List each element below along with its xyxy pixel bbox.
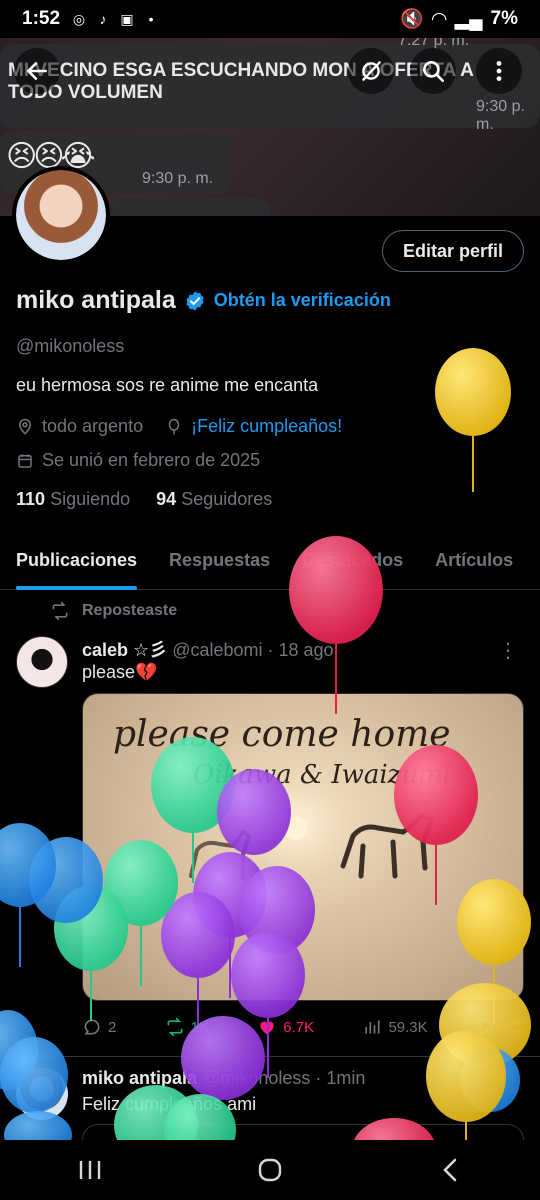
status-bar: 1:52 ◎ ♪ ▣ • 🔇 ◠ ▂▄ 7% [0, 0, 540, 38]
media-subtitle: Oikawa & Iwaizumi [193, 760, 452, 790]
profile-tabs: Publicaciones Respuestas Destacados Artí… [0, 540, 540, 590]
profile-name: miko antipala [16, 286, 176, 314]
post2-text: Feliz cumpleaños ami [82, 1094, 257, 1114]
balloon-blue [460, 1048, 520, 1112]
reply-button[interactable]: 2 [82, 1017, 116, 1037]
repost-button[interactable]: 1K [165, 1017, 209, 1037]
mute-icon: 🔇 [400, 9, 424, 30]
get-verified-link[interactable]: Obtén la verificación [214, 290, 391, 311]
avatar-image [16, 170, 106, 260]
tab-respuestas[interactable]: Respuestas [153, 540, 286, 589]
repost-action-icon [167, 1017, 183, 1037]
search-icon [423, 61, 445, 83]
post-more-icon[interactable]: ⋮ [498, 638, 518, 663]
following-label: Siguiendo [50, 489, 131, 509]
balloon-icon [168, 418, 180, 434]
profile-joined: Se unió en febrero de 2025 [42, 450, 261, 470]
tiktok-icon: ♪ [99, 11, 107, 27]
repost-indicator: Reposteaste [50, 601, 177, 621]
views-count: 59.3K [388, 1018, 428, 1036]
post-actions: 2 1K 6.7K 59.3K [82, 1017, 522, 1037]
grok-icon [362, 61, 381, 81]
bookmark-icon[interactable] [476, 1017, 496, 1037]
gallery-icon: ▣ [120, 10, 134, 27]
back-button[interactable] [14, 48, 60, 94]
battery-level: 7% [490, 8, 518, 29]
repost-label: Reposteaste [82, 602, 178, 619]
more-vertical-icon [496, 61, 502, 81]
following-count: 110 [16, 489, 46, 509]
share-icon[interactable] [502, 1017, 522, 1037]
reply-icon [84, 1019, 100, 1035]
like-button[interactable]: 6.7K [257, 1017, 314, 1037]
media-horses [340, 812, 435, 879]
post-author-name[interactable]: caleb ☆彡 [82, 640, 167, 660]
post2-author-name[interactable]: miko antipala [82, 1068, 197, 1088]
followers-count: 94 [156, 489, 177, 509]
media-sun [283, 816, 307, 840]
home-icon [258, 1158, 282, 1182]
tab-articulos[interactable]: Artículos [419, 540, 529, 589]
signal-icon: ▂▄ [454, 8, 483, 30]
wifi-icon: ◠ [431, 8, 447, 30]
profile-avatar[interactable] [12, 166, 110, 264]
post-text: please💔 [82, 662, 158, 682]
follow-stats: 110 Siguiendo 94 Seguidores [16, 489, 272, 510]
tab-destacados[interactable]: Destacados [286, 540, 419, 589]
like-count: 6.7K [283, 1018, 315, 1036]
banner-message-time: 9:30 p. m. [476, 98, 525, 133]
views-button[interactable]: 59.3K [362, 1017, 428, 1037]
back-nav-button[interactable] [420, 1150, 480, 1190]
calendar-icon [18, 453, 32, 468]
profile-meta-row: todo argento ¡Feliz cumpleaños! [16, 416, 342, 437]
more-options-button[interactable] [476, 48, 522, 94]
recent-apps-button[interactable] [60, 1150, 120, 1190]
post2-handle-time: @mikonoless · 1min [202, 1068, 366, 1088]
profile-handle: @mikonoless [16, 336, 125, 356]
instagram-icon: ◎ [72, 10, 86, 27]
location-icon [18, 418, 32, 435]
post-divider [0, 1056, 540, 1057]
home-button[interactable] [240, 1150, 300, 1190]
verified-badge-icon[interactable] [184, 290, 206, 312]
profile-bio: eu hermosa sos re anime me encanta [16, 375, 319, 395]
search-button[interactable] [410, 48, 456, 94]
followers-link[interactable]: 94 Seguidores [156, 489, 272, 510]
following-link[interactable]: 110 Siguiendo [16, 489, 130, 510]
media-horse-left [189, 829, 252, 880]
post-header: caleb ☆彡 @calebomi · 18 ago [82, 636, 334, 662]
post-handle-time: @calebomi · 18 ago [172, 640, 334, 660]
chevron-left-icon [443, 1158, 457, 1182]
recent-apps-icon [79, 1161, 101, 1179]
heart-icon [260, 1021, 274, 1035]
repost-icon [52, 601, 68, 621]
views-icon [365, 1020, 380, 1034]
balloon-blue [0, 823, 56, 967]
post2-header: miko antipala @mikonoless · 1min [82, 1068, 365, 1089]
edit-profile-button[interactable]: Editar perfil [381, 230, 524, 272]
tab-publicaciones[interactable]: Publicaciones [0, 540, 153, 590]
birthday-link[interactable]: ¡Feliz cumpleaños! [191, 416, 342, 437]
system-nav-bar [0, 1140, 540, 1200]
post-author-avatar[interactable] [16, 636, 68, 688]
followers-label: Seguidores [181, 489, 273, 509]
status-time: 1:52 [22, 8, 61, 29]
balloon-yellow [435, 348, 511, 492]
repost-count: 1K [190, 1018, 209, 1036]
dot-icon: • [148, 11, 154, 27]
profile-name-row: miko antipala Obtén la verificación [16, 286, 391, 315]
media-title: please come home [113, 714, 451, 755]
reply-count: 2 [108, 1018, 117, 1036]
arrow-left-icon [27, 62, 47, 80]
profile-location: todo argento [42, 416, 144, 436]
chat-bubble [110, 198, 270, 216]
bookmark-share-group [476, 1017, 522, 1037]
grok-button[interactable] [348, 48, 394, 94]
post2-author-avatar[interactable] [16, 1068, 68, 1120]
post-media-image[interactable]: please come home Oikawa & Iwaizumi [82, 693, 524, 1001]
profile-joined-row: Se unió en febrero de 2025 [16, 450, 260, 471]
banner-emoji-time: 9:30 p. m. [142, 170, 214, 187]
